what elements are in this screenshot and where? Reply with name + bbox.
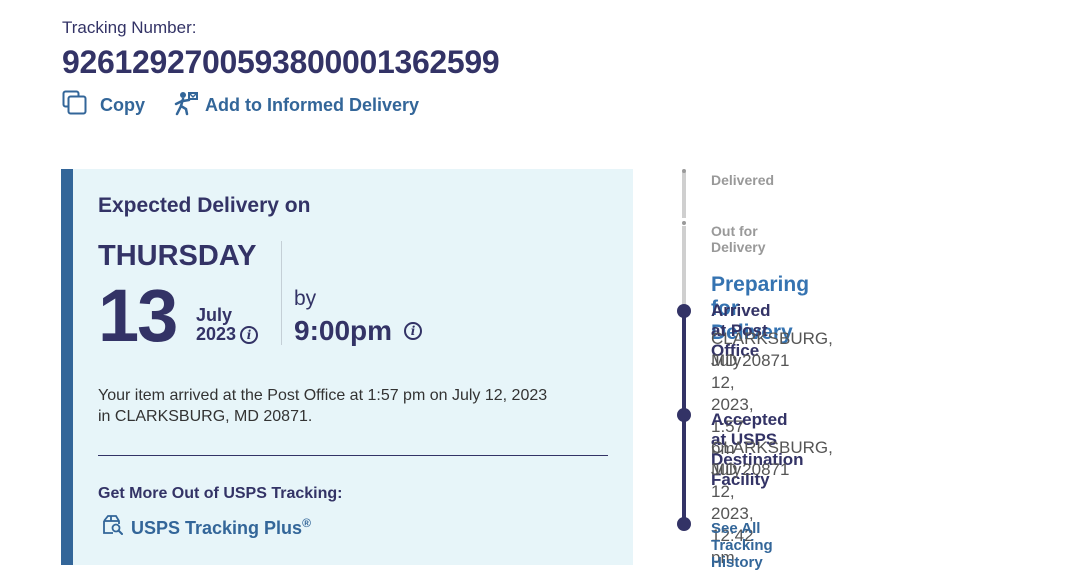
- copy-icon: [62, 90, 88, 121]
- timeline-connector: [682, 226, 686, 312]
- add-to-informed-delivery-button[interactable]: Add to Informed Delivery: [173, 90, 419, 121]
- timeline-step-marker: [682, 169, 686, 173]
- step-out-for-delivery: Out for Delivery: [711, 223, 766, 255]
- delivery-time-row: 9:00pm i: [294, 315, 423, 347]
- delivery-year: 2023: [196, 324, 237, 344]
- step-delivered: Delivered: [711, 172, 775, 188]
- delivery-day-of-week: THURSDAY: [98, 240, 257, 272]
- add-to-informed-delivery-label: Add to Informed Delivery: [205, 95, 420, 115]
- tracking-number: 9261292700593800001362599: [62, 44, 500, 80]
- tracking-number-label: Tracking Number:: [62, 18, 197, 37]
- usps-tracking-plus-link[interactable]: USPS Tracking Plus®: [101, 514, 311, 541]
- get-more-label: Get More Out of USPS Tracking:: [98, 485, 343, 502]
- expected-delivery-card: Expected Delivery on THURSDAY 13 July 20…: [61, 169, 633, 565]
- delivery-month: July: [196, 305, 233, 325]
- delivery-year-row: 2023 i: [196, 324, 259, 345]
- copy-button[interactable]: Copy: [62, 90, 145, 121]
- info-icon[interactable]: i: [240, 325, 259, 344]
- mail-carrier-icon: [173, 90, 199, 121]
- tracking-header: Tracking Number: 92612927005938000013625…: [62, 18, 500, 121]
- delivery-status-message: Your item arrived at the Post Office at …: [98, 385, 618, 427]
- timeline-step-marker: [682, 221, 686, 225]
- registered-mark: ®: [302, 516, 311, 530]
- delivery-status-message-line: Your item arrived at the Post Office at …: [98, 387, 548, 404]
- delivery-by-label: by: [294, 287, 317, 310]
- usps-tracking-plus-label: USPS Tracking Plus®: [131, 516, 311, 539]
- card-divider: [98, 455, 608, 456]
- copy-label: Copy: [100, 95, 145, 115]
- date-divider: [281, 241, 282, 345]
- tracking-actions: Copy Add to Informed Delivery: [62, 90, 499, 121]
- see-all-tracking-history-link[interactable]: See All Tracking History: [711, 520, 773, 571]
- timeline-connector: [682, 172, 686, 218]
- timeline-event-dot: [677, 517, 691, 531]
- package-search-icon: [101, 514, 123, 541]
- expected-delivery-title: Expected Delivery on: [98, 194, 311, 217]
- delivery-date: 13: [98, 274, 178, 357]
- timeline-event-dot: [677, 304, 691, 318]
- card-accent-bar: [61, 169, 73, 565]
- delivery-status-message-line: in CLARKSBURG, MD 20871.: [98, 408, 313, 425]
- delivery-time: 9:00pm: [294, 315, 393, 346]
- info-icon[interactable]: i: [404, 322, 423, 340]
- usps-tracking-plus-text: USPS Tracking Plus: [131, 518, 303, 538]
- timeline-event-dot: [677, 408, 691, 422]
